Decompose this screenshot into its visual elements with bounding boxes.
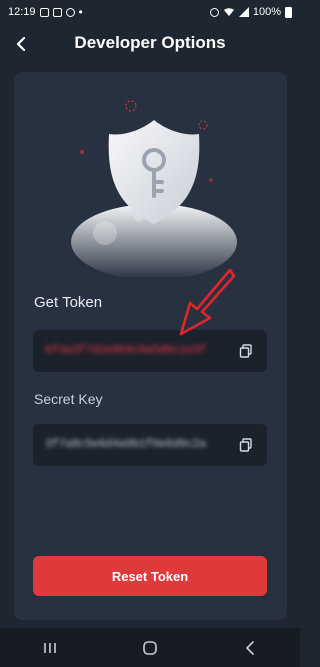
status-right: 100% [209, 6, 292, 18]
sync-icon [65, 7, 75, 17]
home-icon [143, 640, 157, 655]
app-header: Developer Options [0, 24, 300, 64]
signal-icon [238, 7, 249, 17]
status-time: 12:19 [8, 6, 36, 18]
page-title: Developer Options [74, 33, 226, 52]
copy-token-button[interactable] [237, 342, 255, 360]
back-arrow-icon [246, 640, 254, 655]
get-token-label: Get Token [34, 294, 103, 311]
battery-icon [285, 6, 292, 18]
status-bar: 12:19 • 100% [0, 0, 300, 24]
copy-icon [239, 438, 252, 452]
recent-apps-button[interactable] [30, 633, 70, 663]
system-back-button[interactable] [230, 633, 270, 663]
gallery-icon [52, 7, 62, 17]
dot-icon: • [78, 5, 83, 19]
home-button[interactable] [130, 633, 170, 663]
recent-apps-icon [44, 642, 56, 653]
token-value: bf4a3f7d2e8b9c0a5d6c1e3f [45, 343, 206, 357]
alarm-icon [209, 7, 219, 17]
battery-percent: 100% [252, 6, 281, 18]
shield-key-icon [71, 100, 237, 277]
screen: 12:19 • 100% Developer Options Get Token… [0, 0, 300, 667]
status-left: 12:19 • [8, 5, 83, 19]
developer-options-card: Get Token bf4a3f7d2e8b9c0a5d6c1e3f Secre… [14, 72, 287, 620]
secret-key-value: 3f7a8c5e6d4a9b1f0e6d9c2a [45, 437, 206, 451]
secret-key-label: Secret Key [34, 391, 103, 407]
wifi-icon [223, 8, 234, 16]
copy-secret-key-button[interactable] [237, 436, 255, 454]
secret-key-field[interactable]: 3f7a8c5e6d4a9b1f0e6d9c2a [33, 424, 267, 466]
system-nav-bar [0, 628, 300, 667]
copy-icon [239, 344, 252, 358]
token-field[interactable]: bf4a3f7d2e8b9c0a5d6c1e3f [33, 330, 267, 372]
notification-icon [39, 7, 49, 17]
reset-token-button[interactable]: Reset Token [33, 556, 267, 596]
